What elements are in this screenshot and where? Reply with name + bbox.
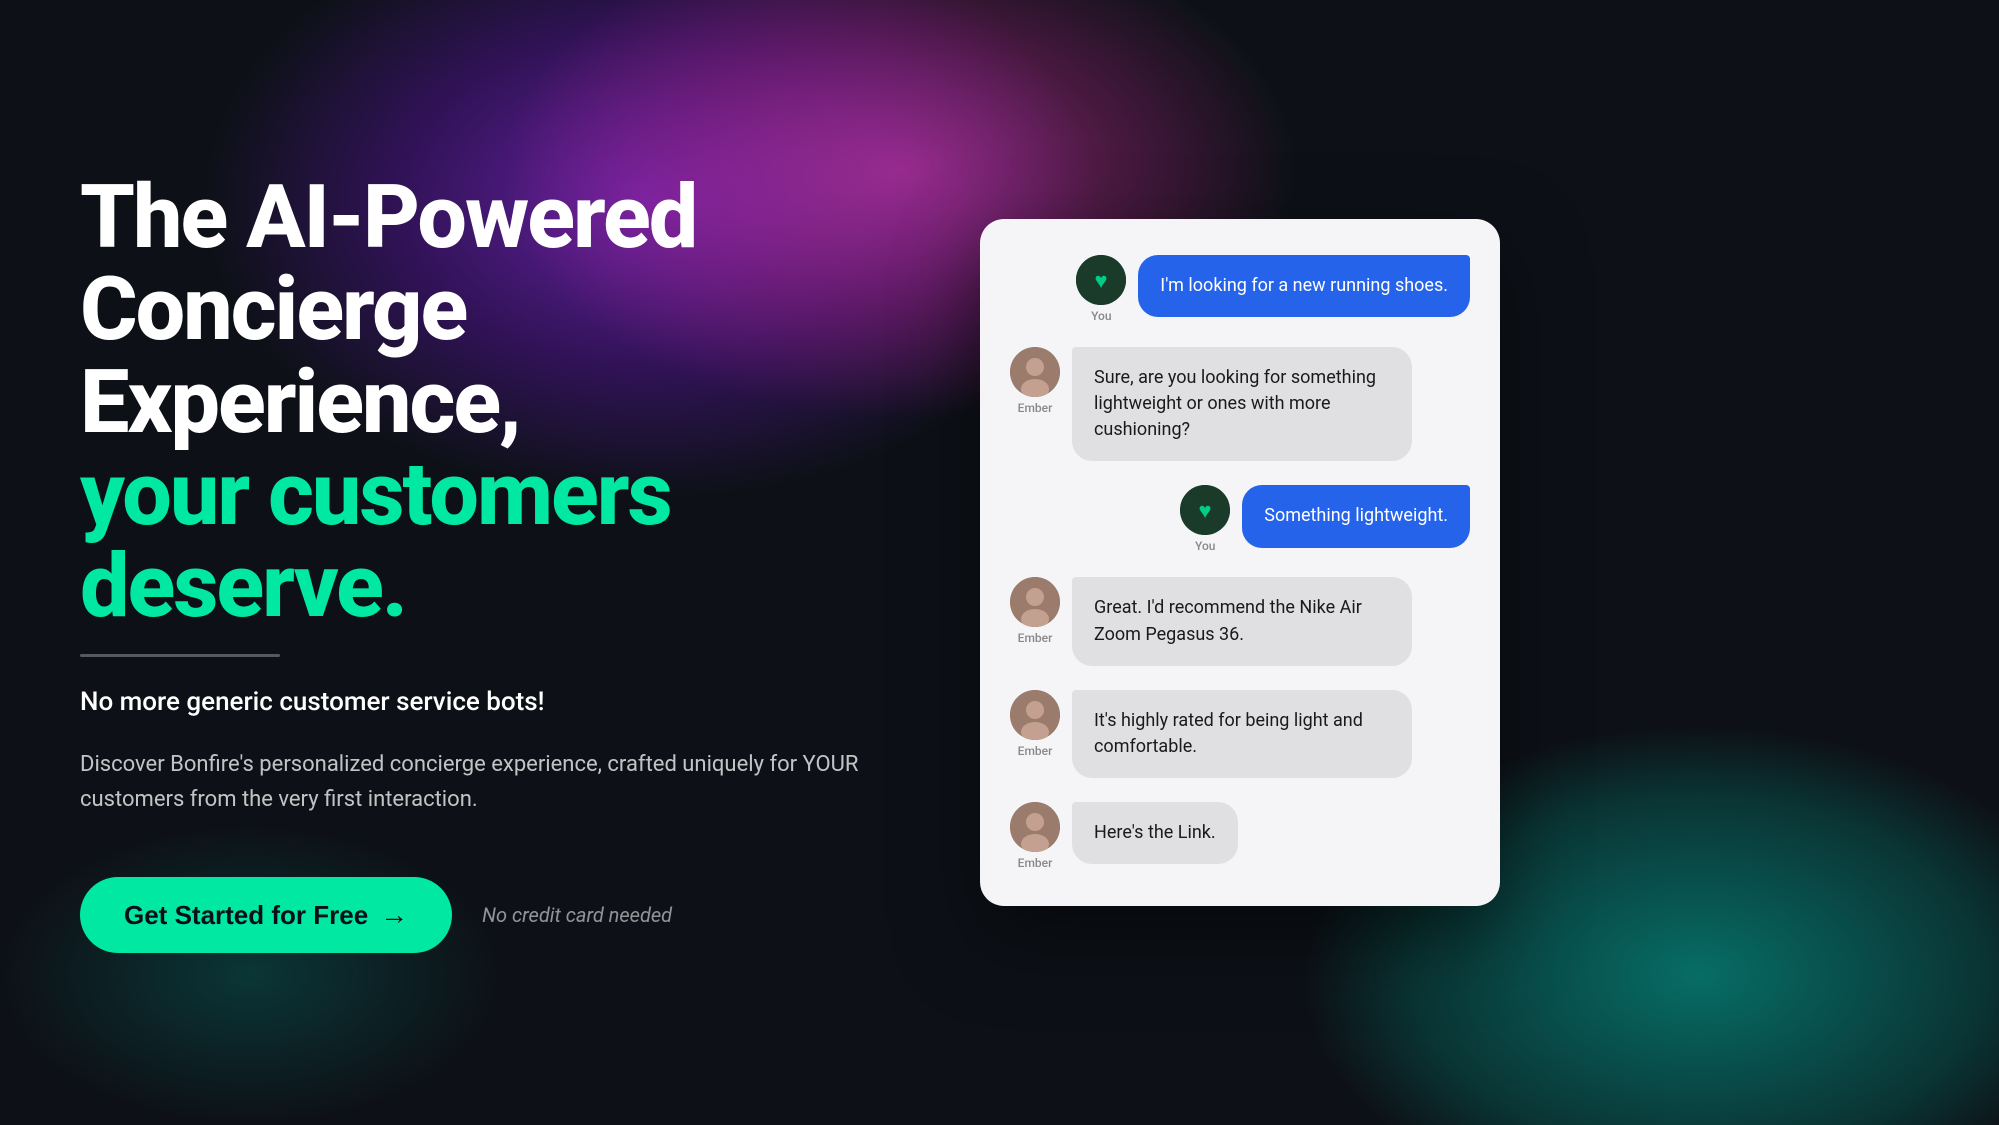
- chat-message-row: I'm looking for a new running shoes. ♥ Y…: [1010, 255, 1470, 323]
- headline-green-line2: deserve.: [80, 535, 406, 638]
- chat-bubble-agent-5: It's highly rated for being light and co…: [1072, 690, 1412, 778]
- agent-label-2: Ember: [1018, 401, 1053, 415]
- chat-message-row-3: Something lightweight. ♥ You: [1010, 485, 1470, 553]
- agent-avatar-5: [1010, 690, 1060, 740]
- agent-avatar-6: [1010, 802, 1060, 852]
- chat-widget: I'm looking for a new running shoes. ♥ Y…: [980, 219, 1500, 906]
- headline-line1: The AI-Powered: [80, 166, 696, 269]
- chat-bubble-agent-6: Here's the Link.: [1072, 802, 1238, 864]
- chat-bubble-agent-2: Sure, are you looking for something ligh…: [1072, 347, 1412, 461]
- tagline: No more generic customer service bots!: [80, 687, 920, 717]
- content-wrapper: The AI-Powered Concierge Experience, you…: [0, 0, 1999, 1125]
- agent-label-6: Ember: [1018, 856, 1053, 870]
- chat-message-row-4: Ember Great. I'd recommend the Nike Air …: [1010, 577, 1470, 665]
- agent-avatar-wrapper-6: Ember: [1010, 802, 1060, 870]
- no-credit-card-text: No credit card needed: [482, 903, 672, 927]
- chat-message-row-6: Ember Here's the Link.: [1010, 802, 1470, 870]
- description: Discover Bonfire's personalized concierg…: [80, 747, 860, 817]
- chat-bubble-user-1: I'm looking for a new running shoes.: [1138, 255, 1470, 317]
- agent-avatar-4: [1010, 577, 1060, 627]
- agent-avatar-wrapper-4: Ember: [1010, 577, 1060, 645]
- user-label-1: You: [1091, 309, 1111, 323]
- agent-label-5: Ember: [1018, 744, 1053, 758]
- agent-avatar-2: [1010, 347, 1060, 397]
- agent-avatar-wrapper-5: Ember: [1010, 690, 1060, 758]
- user-label-3: You: [1195, 539, 1215, 553]
- svg-text:♥: ♥: [1199, 499, 1212, 524]
- agent-avatar-wrapper-2: Ember: [1010, 347, 1060, 415]
- headline: The AI-Powered Concierge Experience, you…: [80, 172, 920, 634]
- headline-line2: Concierge Experience,: [80, 258, 520, 453]
- cta-button-arrow: →: [380, 899, 408, 931]
- chat-bubble-agent-4: Great. I'd recommend the Nike Air Zoom P…: [1072, 577, 1412, 665]
- svg-text:♥: ♥: [1095, 269, 1108, 294]
- headline-green-line1: your customers: [80, 443, 671, 546]
- user-avatar-1: ♥: [1076, 255, 1126, 305]
- chat-message-row-5: Ember It's highly rated for being light …: [1010, 690, 1470, 778]
- left-section: The AI-Powered Concierge Experience, you…: [80, 172, 980, 953]
- right-section: I'm looking for a new running shoes. ♥ Y…: [980, 219, 1500, 906]
- user-avatar-wrapper-1: ♥ You: [1076, 255, 1126, 323]
- cta-row: Get Started for Free → No credit card ne…: [80, 877, 920, 953]
- divider-line: [80, 654, 280, 657]
- chat-bubble-user-3: Something lightweight.: [1242, 485, 1470, 547]
- agent-label-4: Ember: [1018, 631, 1053, 645]
- user-avatar-wrapper-3: ♥ You: [1180, 485, 1230, 553]
- get-started-button[interactable]: Get Started for Free →: [80, 877, 452, 953]
- chat-message-row-2: Ember Sure, are you looking for somethin…: [1010, 347, 1470, 461]
- cta-button-label: Get Started for Free: [124, 900, 368, 931]
- user-avatar-3: ♥: [1180, 485, 1230, 535]
